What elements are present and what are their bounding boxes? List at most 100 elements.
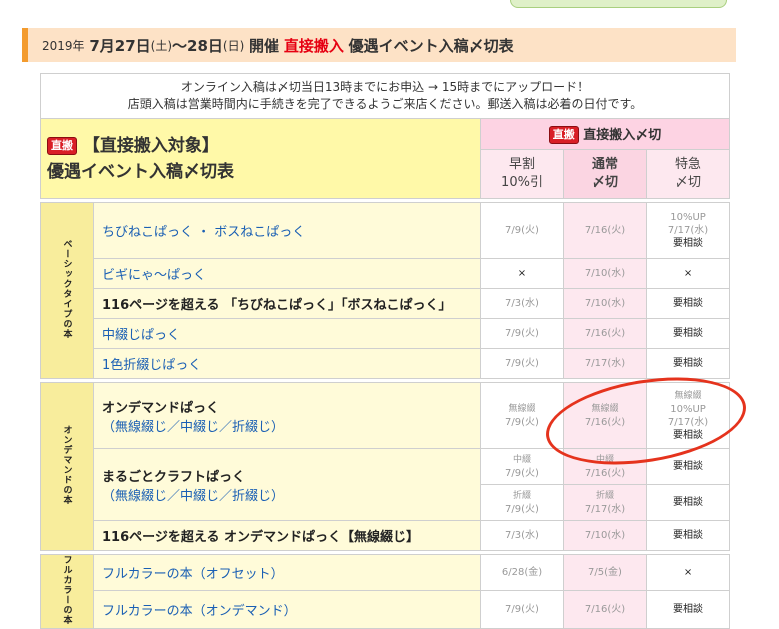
product-ondemand: オンデマンドぱっく （無線綴じ／中綴じ／折綴じ）: [93, 382, 481, 449]
product-name[interactable]: フルカラーの本（オフセット）: [102, 567, 284, 582]
category-basic: ベーシックタイプの本: [40, 202, 94, 379]
product-nakatoji[interactable]: 中綴じぱっく: [93, 318, 481, 349]
cell-normal: 折綴 7/17(水): [563, 484, 647, 521]
cell-normal: 無線綴 7/16(火): [563, 382, 647, 449]
exp-up: 10%UP: [670, 403, 706, 415]
cell-early: ×: [480, 258, 564, 289]
cell-express: ×: [645, 258, 731, 289]
cell-normal: 7/16(火): [563, 590, 647, 629]
cell-early: 7/9(火): [480, 202, 564, 259]
cell-normal: 7/16(火): [563, 202, 647, 259]
cell-express: 要相談: [645, 484, 731, 521]
cell-normal: 中綴 7/16(火): [563, 448, 647, 485]
binding-label: 無線綴: [591, 403, 619, 414]
category-fullcolor-label: フルカラーの本: [61, 555, 72, 625]
product-name[interactable]: フルカラーの本（オンデマンド）: [102, 604, 297, 619]
exp-consult: 要相談: [673, 238, 704, 249]
category-ondemand: オンデマンドの本: [40, 382, 94, 551]
deadline-table: オンライン入稿は〆切当日13時までにお申込 → 15時までにアップロード！ 店頭…: [39, 73, 731, 629]
title-date2: 〜28日: [172, 36, 223, 55]
cell-early: 中綴 7/9(火): [480, 448, 564, 485]
cell-normal: 7/5(金): [563, 554, 647, 591]
cell-express: 要相談: [645, 448, 731, 485]
cell-express: 10%UP 7/17(水) 要相談: [645, 202, 731, 259]
notice-line2: 店頭入稿は営業時間内に手続きを完了できるようご来店ください。郵送入稿は必着の日付…: [127, 97, 643, 111]
top-tab[interactable]: [510, 0, 727, 8]
binding-label: 無線綴: [508, 403, 536, 414]
notice-line1: オンライン入稿は〆切当日13時までにお申込 → 15時までにアップロード！: [180, 80, 590, 94]
binding-label: 無線綴: [674, 390, 702, 401]
cell-normal: 7/10(水): [563, 288, 647, 319]
product-sub[interactable]: （無線綴じ／中綴じ／折綴じ）: [102, 485, 480, 504]
product-biginya[interactable]: ビギにゃ〜ぱっく: [93, 258, 481, 289]
cell-early: 折綴 7/9(火): [480, 484, 564, 521]
col3-l2: 〆切: [675, 175, 702, 190]
title-sat: (土): [150, 38, 173, 53]
normal-date: 7/16(火): [584, 416, 626, 428]
cell-express: 無線綴 10%UP 7/17(水) 要相談: [645, 382, 731, 449]
cell-express: 要相談: [645, 348, 731, 379]
product-fullcolor-ondemand[interactable]: フルカラーの本（オンデマンド）: [93, 590, 481, 629]
col3-l1: 特急: [675, 157, 702, 172]
binding-label: 折綴: [595, 490, 614, 501]
col-head-normal: 通常 〆切: [563, 149, 647, 199]
title-kaisai: 開催: [249, 36, 280, 55]
cell-early: 7/9(火): [480, 590, 564, 629]
product-name: 116ページを超える オンデマンドぱっく【無線綴じ】: [102, 530, 420, 545]
col2-l2: 〆切: [591, 175, 618, 190]
binding-label: 折綴: [512, 490, 531, 501]
product-fullcolor-offset[interactable]: フルカラーの本（オフセット）: [93, 554, 481, 591]
product-name[interactable]: ビギにゃ〜ぱっく: [102, 268, 206, 283]
title-date1: 7月27日: [89, 36, 151, 55]
cell-express: 要相談: [645, 520, 731, 551]
cell-express: ×: [645, 554, 731, 591]
title-direct: 直接搬入: [283, 36, 344, 55]
header-left-line2: 優遇イベント入稿〆切表: [47, 161, 234, 182]
col-head-express: 特急 〆切: [645, 149, 731, 199]
product-chibineko[interactable]: ちびねこぱっく ・ ボスねこぱっく: [93, 202, 481, 259]
notice: オンライン入稿は〆切当日13時までにお申込 → 15時までにアップロード！ 店頭…: [39, 73, 731, 119]
product-name: 116ページを超える 「ちびねこぱっく」「ボスねこぱっく」: [102, 298, 452, 313]
title-year: 2019年: [42, 38, 85, 53]
header-right-title: 直接搬入〆切: [583, 127, 662, 143]
early-date: 7/9(火): [505, 467, 539, 479]
direct-badge: 直搬: [47, 136, 77, 155]
cell-early: 7/9(火): [480, 348, 564, 379]
cell-early: 7/3(水): [480, 520, 564, 551]
product-name[interactable]: ちびねこぱっく ・ ボスねこぱっく: [102, 225, 305, 240]
page-title: 2019年 7月27日 (土) 〜28日 (日) 開催 直接搬入 優遇イベント入稿〆切…: [22, 28, 736, 62]
category-fullcolor: フルカラーの本: [40, 554, 94, 629]
cell-early: 7/3(水): [480, 288, 564, 319]
product-name[interactable]: 1色折綴じぱっく: [102, 358, 201, 373]
early-date: 7/9(火): [505, 503, 539, 515]
cell-normal: 7/10(水): [563, 258, 647, 289]
normal-date: 7/17(水): [584, 503, 626, 515]
col2-l1: 通常: [591, 157, 618, 172]
product-craft: まるごとクラフトぱっく （無線綴じ／中綴じ／折綴じ）: [93, 448, 481, 521]
col1-l1: 早割: [508, 157, 535, 172]
direct-badge-right: 直搬: [548, 126, 579, 145]
cell-early: 6/28(金): [480, 554, 564, 591]
product-sub[interactable]: （無線綴じ／中綴じ／折綴じ）: [102, 416, 480, 435]
product-1color[interactable]: 1色折綴じぱっく: [93, 348, 481, 379]
cell-express: 要相談: [645, 318, 731, 349]
category-basic-label: ベーシックタイプの本: [61, 239, 72, 339]
product-name: オンデマンドぱっく: [102, 400, 220, 416]
header-left-line1: 【直接搬入対象】: [82, 135, 219, 156]
header-left: 直搬 【直接搬入対象】 優遇イベント入稿〆切表: [40, 118, 481, 199]
exp-up: 10%UP: [670, 212, 706, 223]
cell-early: 7/9(火): [480, 318, 564, 349]
binding-label: 中綴: [595, 454, 614, 465]
product-name: まるごとクラフトぱっく: [102, 469, 246, 485]
col-head-early: 早割 10%引: [480, 149, 564, 199]
product-ondemand-over116: 116ページを超える オンデマンドぱっく【無線綴じ】: [93, 520, 481, 551]
cell-express: 要相談: [645, 288, 731, 319]
binding-label: 中綴: [512, 454, 531, 465]
cell-normal: 7/17(水): [563, 348, 647, 379]
normal-date: 7/16(火): [584, 467, 626, 479]
title-sun: (日): [222, 38, 245, 53]
exp-date: 7/17(水): [667, 225, 709, 236]
product-name[interactable]: 中綴じぱっく: [102, 328, 180, 343]
cell-normal: 7/16(火): [563, 318, 647, 349]
title-rest: 優遇イベント入稿〆切表: [348, 36, 514, 55]
